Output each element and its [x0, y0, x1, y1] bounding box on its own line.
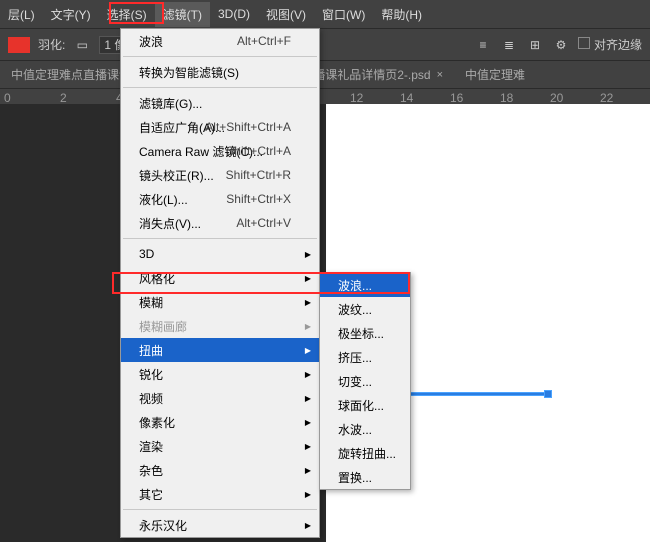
menu-item[interactable]: 模糊▶ [121, 290, 319, 314]
menu-item[interactable]: 3D▶ [121, 242, 319, 266]
menu-item[interactable]: 像素化▶ [121, 410, 319, 434]
ruler-horizontal: 0 2 4 12 14 16 18 20 22 [0, 88, 650, 104]
menu-select[interactable]: 选择(S) [99, 2, 155, 27]
menu-item[interactable]: 消失点(V)...Alt+Ctrl+V [121, 211, 319, 235]
distort-submenu: 波浪...波纹...极坐标...挤压...切变...球面化...水波...旋转扭… [319, 272, 411, 490]
menu-item[interactable]: 波浪Alt+Ctrl+F [121, 29, 319, 53]
menu-3d[interactable]: 3D(D) [210, 3, 258, 25]
menu-item[interactable]: 渲染▶ [121, 434, 319, 458]
menu-item[interactable]: 球面化... [320, 393, 410, 417]
feather-label: 羽化: [38, 36, 65, 53]
menubar: 层(L) 文字(Y) 选择(S) 滤镜(T) 3D(D) 视图(V) 窗口(W)… [0, 0, 650, 28]
close-icon[interactable]: × [437, 69, 443, 81]
menu-item[interactable]: 切变... [320, 369, 410, 393]
menu-item[interactable]: 永乐汉化▶ [121, 513, 319, 537]
menu-item[interactable]: 其它▶ [121, 482, 319, 506]
menu-item[interactable]: 波纹... [320, 297, 410, 321]
menu-view[interactable]: 视图(V) [258, 2, 314, 27]
menu-item[interactable]: 杂色▶ [121, 458, 319, 482]
align-edges-checkbox[interactable]: 对齐边缘 [578, 36, 642, 53]
menu-item[interactable]: 水波... [320, 417, 410, 441]
selection-handle[interactable] [544, 390, 552, 398]
align-icon-2[interactable]: ≣ [500, 36, 518, 54]
menu-layer[interactable]: 层(L) [0, 2, 43, 27]
menu-item[interactable]: 极坐标... [320, 321, 410, 345]
gear-icon[interactable]: ⚙ [552, 36, 570, 54]
tab-4[interactable]: 中值定理难 [459, 63, 531, 86]
menu-text[interactable]: 文字(Y) [43, 2, 99, 27]
menu-item[interactable]: 转换为智能滤镜(S) [121, 60, 319, 84]
color-swatch[interactable] [8, 37, 30, 53]
align-icon-1[interactable]: ≡ [474, 36, 492, 54]
menu-item[interactable]: 挤压... [320, 345, 410, 369]
menu-help[interactable]: 帮助(H) [373, 2, 430, 27]
filter-menu: 波浪Alt+Ctrl+F 转换为智能滤镜(S) 滤镜库(G)...自适应广角(A).… [120, 28, 320, 538]
menu-item[interactable]: 滤镜库(G)... [121, 91, 319, 115]
menu-item[interactable]: 液化(L)...Shift+Ctrl+X [121, 187, 319, 211]
menu-item[interactable]: 锐化▶ [121, 362, 319, 386]
menu-item[interactable]: 波浪... [320, 273, 410, 297]
menu-window[interactable]: 窗口(W) [314, 2, 373, 27]
menu-item[interactable]: 镜头校正(R)...Shift+Ctrl+R [121, 163, 319, 187]
toolbar: 羽化: ▭ ≡ ≣ ⊞ ⚙ 对齐边缘 [0, 28, 650, 60]
document-tabs: 中值定理难点直播课详× i-.psd× 中值定理难点直播课礼品详情页2-.psd… [0, 60, 650, 88]
menu-item[interactable]: Camera Raw 滤镜(C)...Shift+Ctrl+A [121, 139, 319, 163]
menu-item[interactable]: 置换... [320, 465, 410, 489]
menu-item[interactable]: 旋转扭曲... [320, 441, 410, 465]
menu-item[interactable]: 模糊画廊▶ [121, 314, 319, 338]
tool-icon-1[interactable]: ▭ [73, 36, 91, 54]
menu-filter[interactable]: 滤镜(T) [155, 2, 210, 27]
menu-item[interactable]: 扭曲▶ [121, 338, 319, 362]
menu-item[interactable]: 自适应广角(A)...Alt+Shift+Ctrl+A [121, 115, 319, 139]
menu-item[interactable]: 视频▶ [121, 386, 319, 410]
align-icon-3[interactable]: ⊞ [526, 36, 544, 54]
menu-item[interactable]: 风格化▶ [121, 266, 319, 290]
